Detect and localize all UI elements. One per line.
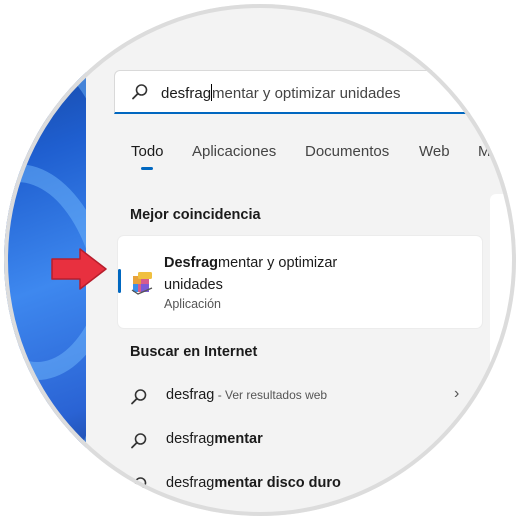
tab-more[interactable]: M (478, 143, 491, 160)
search-icon (131, 389, 147, 405)
best-match-title-line2: unidades (164, 277, 223, 293)
defrag-app-icon (131, 272, 153, 295)
search-icon (131, 433, 147, 449)
search-suggestion-text: mentar y optimizar unidades (212, 85, 401, 102)
web-result-row[interactable]: desfrag - Ver resultados web › (130, 385, 470, 409)
web-result-text: desfragmentar (166, 431, 263, 447)
web-result-hint: - Ver resultados web (214, 388, 328, 402)
best-match-title-highlight: Desfrag (164, 255, 218, 271)
web-result-row[interactable]: desfragmentar disco duro (130, 473, 470, 497)
web-result-term: desfrag (166, 475, 215, 491)
active-tab-indicator (141, 167, 153, 170)
tab-documentos[interactable]: Documentos (305, 143, 389, 160)
best-match-title-rest: mentar y optimizar (218, 255, 338, 271)
search-icon (131, 477, 147, 493)
web-result-completion: mentar (214, 431, 263, 447)
search-typed-text: desfrag (161, 85, 212, 102)
web-result-row[interactable]: desfragmentar (130, 429, 470, 453)
search-input[interactable]: desfragmentar y optimizar unidades (114, 70, 484, 114)
search-icon (132, 84, 148, 100)
web-result-text: desfrag - Ver resultados web (166, 387, 327, 403)
web-result-text: desfragmentar disco duro (166, 475, 341, 491)
web-result-term: desfrag (166, 431, 215, 447)
search-panel: desfragmentar y optimizar unidades Todo … (86, 4, 516, 516)
red-arrow-icon (51, 248, 107, 290)
web-search-heading: Buscar en Internet (130, 344, 258, 360)
best-match-title: Desfragmentar y optimizar unidades (164, 252, 404, 296)
best-match-subtitle: Aplicación (164, 297, 221, 311)
search-query: desfragmentar y optimizar unidades (161, 84, 400, 102)
web-result-term: desfrag (166, 387, 215, 403)
details-pane (490, 194, 516, 516)
zoom-circle: desfragmentar y optimizar unidades Todo … (4, 4, 516, 516)
tab-web[interactable]: Web (419, 143, 450, 160)
chevron-right-icon[interactable]: › (454, 385, 459, 403)
tab-aplicaciones[interactable]: Aplicaciones (192, 143, 276, 160)
best-match-heading: Mejor coincidencia (130, 207, 261, 223)
web-result-completion: mentar disco duro (214, 475, 341, 491)
best-match-result[interactable]: Desfragmentar y optimizar unidades Aplica… (118, 236, 482, 328)
selection-indicator (118, 269, 121, 293)
tab-todo[interactable]: Todo (131, 143, 164, 160)
